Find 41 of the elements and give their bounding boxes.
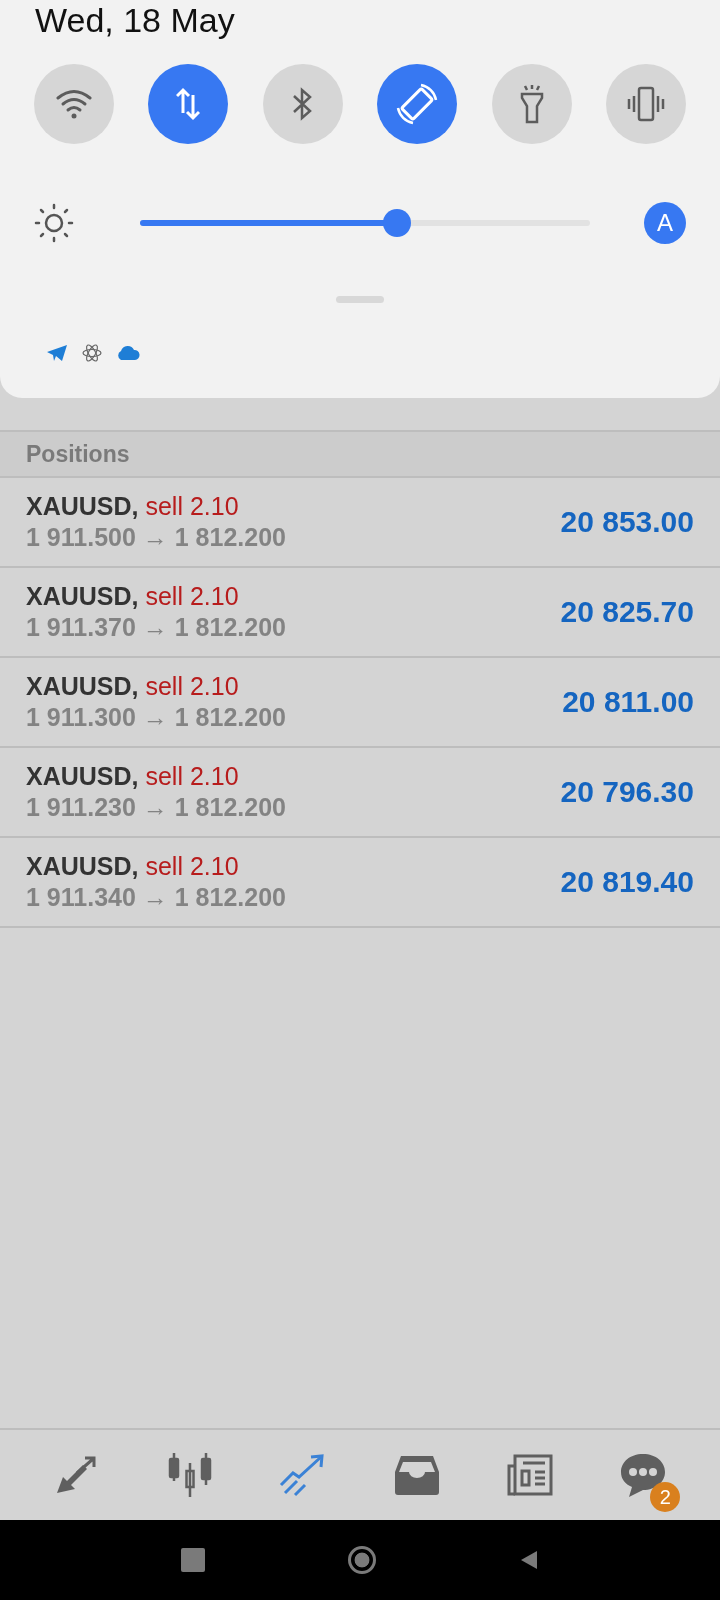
profit-value: 20 819.40 <box>560 865 694 899</box>
profit-value: 20 825.70 <box>560 595 694 629</box>
position-title: XAUUSD, sell 2.10 <box>26 672 240 701</box>
price-line: 1 911.370 → 1 812.200 <box>26 613 286 642</box>
rotate-icon <box>395 82 440 126</box>
vibrate-icon <box>625 86 666 122</box>
profit-value: 20 796.30 <box>560 775 694 809</box>
position-title: XAUUSD, sell 2.10 <box>26 762 240 791</box>
position-title: XAUUSD, sell 2.10 <box>26 582 240 611</box>
drag-handle[interactable] <box>336 296 384 303</box>
price-line: 1 911.300 → 1 812.200 <box>26 703 286 732</box>
cloud-icon <box>116 346 140 360</box>
recents-button[interactable] <box>181 1548 206 1572</box>
atom-icon <box>82 343 102 363</box>
date-text: Wed, 18 May <box>34 0 236 41</box>
position-row[interactable]: XAUUSD, sell 2.10 1 911.230 → 1 812.200 20 796.30 <box>0 748 720 838</box>
position-row[interactable]: XAUUSD, sell 2.10 1 911.340 → 1 812.200 20 819.40 <box>0 838 720 928</box>
position-title: XAUUSD, sell 2.10 <box>26 492 240 521</box>
price-line: 1 911.340 → 1 812.200 <box>26 883 286 912</box>
bluetooth-icon <box>291 87 314 121</box>
position-row[interactable]: XAUUSD, sell 2.10 1 911.370 → 1 812.200 20 825.70 <box>0 568 720 658</box>
profit-value: 20 853.00 <box>560 505 694 539</box>
price-line: 1 911.230 → 1 812.200 <box>26 793 286 822</box>
brightness-icon <box>34 203 74 243</box>
data-arrows-icon <box>176 87 201 121</box>
home-button[interactable] <box>348 1546 376 1574</box>
profit-value: 20 811.00 <box>562 685 694 719</box>
newspaper-icon <box>506 1454 553 1496</box>
paper-plane-icon <box>46 344 68 362</box>
position-row[interactable]: XAUUSD, sell 2.10 1 911.500 → 1 812.200 20 853.00 <box>0 478 720 568</box>
flashlight-icon <box>518 84 545 124</box>
slider-thumb[interactable] <box>382 209 411 237</box>
candlestick-icon <box>166 1451 214 1499</box>
section-header: Positions <box>0 432 720 478</box>
auto-brightness-button[interactable]: A <box>644 202 686 244</box>
position-title: XAUUSD, sell 2.10 <box>26 852 240 881</box>
inbox-icon <box>392 1454 441 1496</box>
notification-badge: 2 <box>650 1482 681 1512</box>
position-row[interactable]: XAUUSD, sell 2.10 1 911.300 → 1 812.200 20 811.00 <box>0 658 720 748</box>
wifi-icon <box>55 89 93 119</box>
price-line: 1 911.500 → 1 812.200 <box>26 523 286 552</box>
